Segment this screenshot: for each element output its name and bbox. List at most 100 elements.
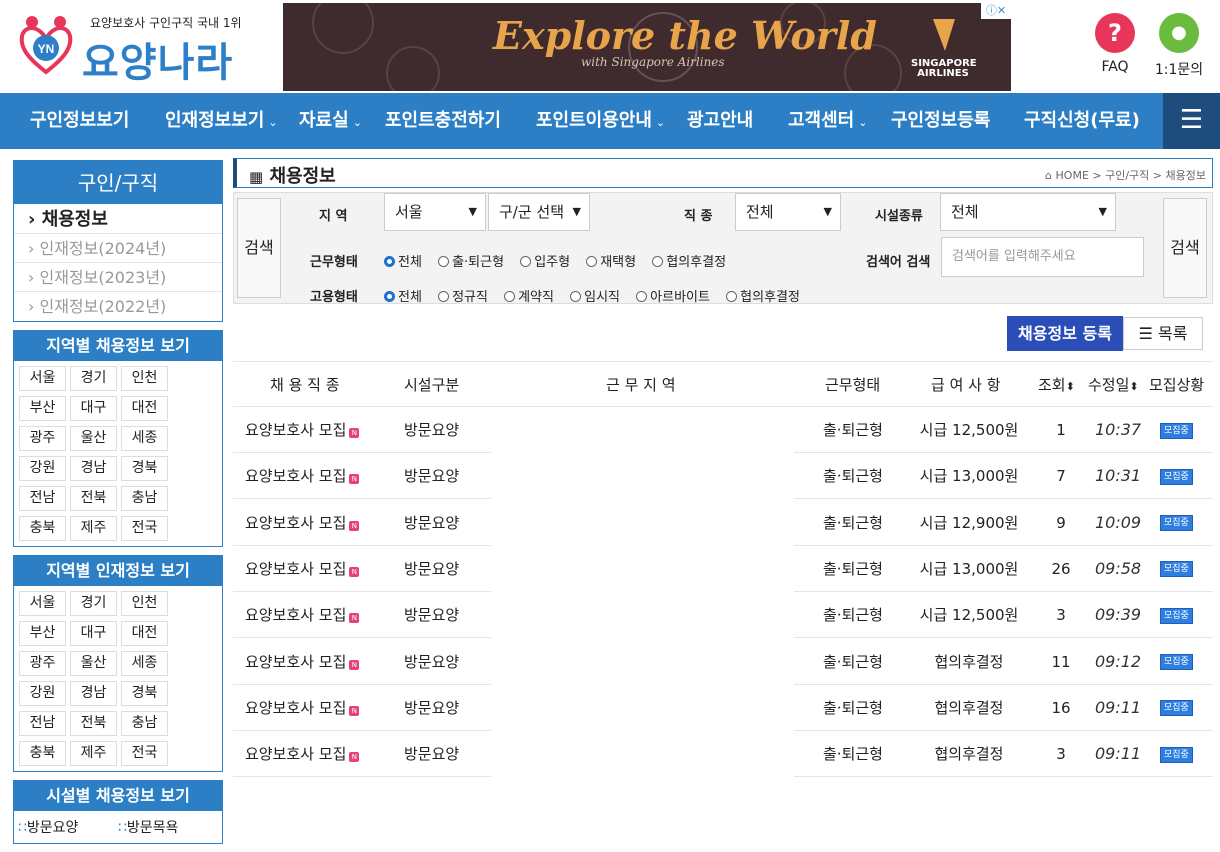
- region-jobs-cell[interactable]: 경기: [70, 366, 117, 391]
- faq-button[interactable]: ? FAQ: [1090, 13, 1140, 75]
- region-jobs-cell[interactable]: 인천: [121, 366, 168, 391]
- worktype-option-all[interactable]: 전체: [384, 255, 428, 270]
- region-jobs-cell[interactable]: 전북: [70, 486, 117, 511]
- hamburger-menu-icon[interactable]: ☰: [1163, 93, 1220, 149]
- facility-jobs-title: 시설별 채용정보 보기: [14, 781, 222, 811]
- region-talent-cell[interactable]: 인천: [121, 591, 168, 616]
- region-talent-cell[interactable]: 대전: [121, 621, 168, 646]
- region-jobs-cell[interactable]: 울산: [70, 426, 117, 451]
- region-jobs-cell[interactable]: 전국: [121, 516, 168, 541]
- region-talent-cell[interactable]: 세종: [121, 651, 168, 676]
- region-talent-cell[interactable]: 전남: [19, 711, 66, 736]
- worktype-cell: 출·퇴근형: [823, 652, 883, 671]
- emp-option-regular[interactable]: 정규직: [438, 290, 494, 305]
- emp-option-parttime[interactable]: 아르바이트: [636, 290, 716, 305]
- col-views[interactable]: 조회⬍: [1038, 362, 1075, 408]
- table-header: 채 용 직 종 시설구분 근 무 지 역 근무형태 급 여 사 항 조회⬍ 수정…: [233, 361, 1213, 407]
- region-talent-cell[interactable]: 전국: [121, 741, 168, 766]
- region-jobs-cell[interactable]: 세종: [121, 426, 168, 451]
- region-talent-cell[interactable]: 충남: [121, 711, 168, 736]
- table-row[interactable]: 요양보호사 모집 N 방문요양 출·퇴근형 시급 13,000원 26 09:58 모집중: [233, 546, 1213, 592]
- worktype-option-remote[interactable]: 재택형: [586, 255, 642, 270]
- search-button-right[interactable]: 검색: [1163, 198, 1207, 298]
- region-jobs-cell[interactable]: 경남: [70, 456, 117, 481]
- region-talent-cell[interactable]: 울산: [70, 651, 117, 676]
- sidebar-item-talent-2022[interactable]: › 인재정보(2022년): [14, 292, 222, 321]
- job-title-link[interactable]: 요양보호사 모집 N: [245, 685, 360, 731]
- nav-item-jobs[interactable]: 구인정보보기: [30, 93, 133, 149]
- table-row[interactable]: 요양보호사 모집 N 방문요양 출·퇴근형 시급 13,000원 7 10:31 모집중: [233, 453, 1213, 500]
- nav-item-point-guide[interactable]: 포인트이용안내 ⌄: [536, 93, 665, 149]
- facility-label: 시설종류: [875, 209, 923, 224]
- region-talent-cell[interactable]: 광주: [19, 651, 66, 676]
- job-title-link[interactable]: 요양보호사 모집 N: [245, 592, 360, 638]
- region-jobs-cell[interactable]: 제주: [70, 516, 117, 541]
- region-talent-cell[interactable]: 전북: [70, 711, 117, 736]
- keyword-input[interactable]: 검색어를 입력해주세요: [941, 237, 1144, 277]
- region-talent-cell[interactable]: 경북: [121, 681, 168, 706]
- worktype-option-negotiable[interactable]: 협의후결정: [652, 255, 732, 270]
- table-row[interactable]: 요양보호사 모집 N 방문요양 출·퇴근형 시급 12,500원 1 10:37 모집중: [233, 407, 1213, 453]
- table-row[interactable]: 요양보호사 모집 N 방문요양 출·퇴근형 협의후결정 3 09:11 모집중: [233, 731, 1213, 778]
- job-title-link[interactable]: 요양보호사 모집 N: [245, 639, 360, 685]
- emp-option-contract[interactable]: 계약직: [504, 290, 560, 305]
- region-talent-cell[interactable]: 대구: [70, 621, 117, 646]
- table-row[interactable]: 요양보호사 모집 N 방문요양 출·퇴근형 시급 12,900원 9 10:09 모집중: [233, 500, 1213, 546]
- sidebar-item-talent-2024[interactable]: › 인재정보(2024년): [14, 234, 222, 263]
- worktype-option-live-in[interactable]: 입주형: [520, 255, 576, 270]
- region-talent-cell[interactable]: 충북: [19, 741, 66, 766]
- region-jobs-cell[interactable]: 경북: [121, 456, 168, 481]
- region-jobs-cell[interactable]: 대전: [121, 396, 168, 421]
- job-select[interactable]: 전체 ▼: [735, 193, 841, 231]
- job-title-link[interactable]: 요양보호사 모집 N: [245, 731, 360, 777]
- region-jobs-cell[interactable]: 서울: [19, 366, 66, 391]
- region-jobs-cell[interactable]: 강원: [19, 456, 66, 481]
- banner-ad[interactable]: Explore the World with Singapore Airline…: [283, 3, 1011, 91]
- nav-item-ad-guide[interactable]: 광고안내: [687, 93, 757, 149]
- district-select[interactable]: 구/군 선택 ▼: [488, 193, 590, 231]
- ad-close-icon[interactable]: ⓘ✕: [981, 3, 1011, 19]
- region-jobs-cell[interactable]: 부산: [19, 396, 66, 421]
- job-title-link[interactable]: 요양보호사 모집 N: [245, 407, 360, 453]
- region-jobs-cell[interactable]: 전남: [19, 486, 66, 511]
- job-title-link[interactable]: 요양보호사 모집 N: [245, 546, 360, 592]
- worktype-option-commute[interactable]: 출·퇴근형: [438, 255, 510, 270]
- nav-item-talent[interactable]: 인재정보보기 ⌄: [165, 93, 278, 149]
- nav-item-charge[interactable]: 포인트충전하기: [385, 93, 505, 149]
- job-title-link[interactable]: 요양보호사 모집 N: [245, 453, 360, 499]
- inquiry-button[interactable]: ● 1:1문의: [1154, 13, 1204, 79]
- region-select[interactable]: 서울 ▼: [384, 193, 486, 231]
- facility-select[interactable]: 전체 ▼: [940, 193, 1116, 231]
- nav-item-support[interactable]: 고객센터 ⌄: [788, 93, 867, 149]
- list-button[interactable]: ☰ 목록: [1123, 317, 1203, 350]
- region-jobs-cell[interactable]: 광주: [19, 426, 66, 451]
- table-row[interactable]: 요양보호사 모집 N 방문요양 출·퇴근형 협의후결정 11 09:12 모집중: [233, 639, 1213, 685]
- region-talent-cell[interactable]: 강원: [19, 681, 66, 706]
- job-title-link[interactable]: 요양보호사 모집 N: [245, 500, 360, 546]
- status-cell: 모집중: [1160, 546, 1193, 592]
- nav-item-post-job[interactable]: 구인정보등록: [891, 93, 994, 149]
- region-talent-cell[interactable]: 부산: [19, 621, 66, 646]
- nav-item-apply[interactable]: 구직신청(무료): [1024, 93, 1144, 149]
- region-talent-cell[interactable]: 서울: [19, 591, 66, 616]
- search-button-left[interactable]: 검색: [237, 198, 281, 298]
- facility-item-visit-bath[interactable]: ∷방문목욕: [118, 817, 218, 837]
- region-jobs-cell[interactable]: 충남: [121, 486, 168, 511]
- region-talent-cell[interactable]: 경남: [70, 681, 117, 706]
- table-row[interactable]: 요양보호사 모집 N 방문요양 출·퇴근형 시급 12,500원 3 09:39 모집중: [233, 592, 1213, 639]
- col-date[interactable]: 수정일⬍: [1088, 362, 1139, 408]
- sidebar-item-talent-2023[interactable]: › 인재정보(2023년): [14, 263, 222, 292]
- region-jobs-cell[interactable]: 대구: [70, 396, 117, 421]
- nav-item-resources[interactable]: 자료실 ⌄: [299, 93, 362, 149]
- register-job-button[interactable]: 채용정보 등록: [1007, 316, 1123, 351]
- sidebar-item-jobs[interactable]: › 채용정보: [14, 205, 222, 234]
- region-talent-cell[interactable]: 제주: [70, 741, 117, 766]
- region-jobs-cell[interactable]: 충북: [19, 516, 66, 541]
- emp-option-all[interactable]: 전체: [384, 290, 428, 305]
- region-talent-cell[interactable]: 경기: [70, 591, 117, 616]
- facility-item-visit-care[interactable]: ∷방문요양: [18, 817, 118, 837]
- site-logo[interactable]: YN 요양보호사 구인구직 국내 1위 요양나라: [18, 12, 258, 86]
- emp-option-negotiable[interactable]: 협의후결정: [726, 290, 806, 305]
- table-row[interactable]: 요양보호사 모집 N 방문요양 출·퇴근형 협의후결정 16 09:11 모집중: [233, 685, 1213, 731]
- emp-option-temporary[interactable]: 임시직: [570, 290, 626, 305]
